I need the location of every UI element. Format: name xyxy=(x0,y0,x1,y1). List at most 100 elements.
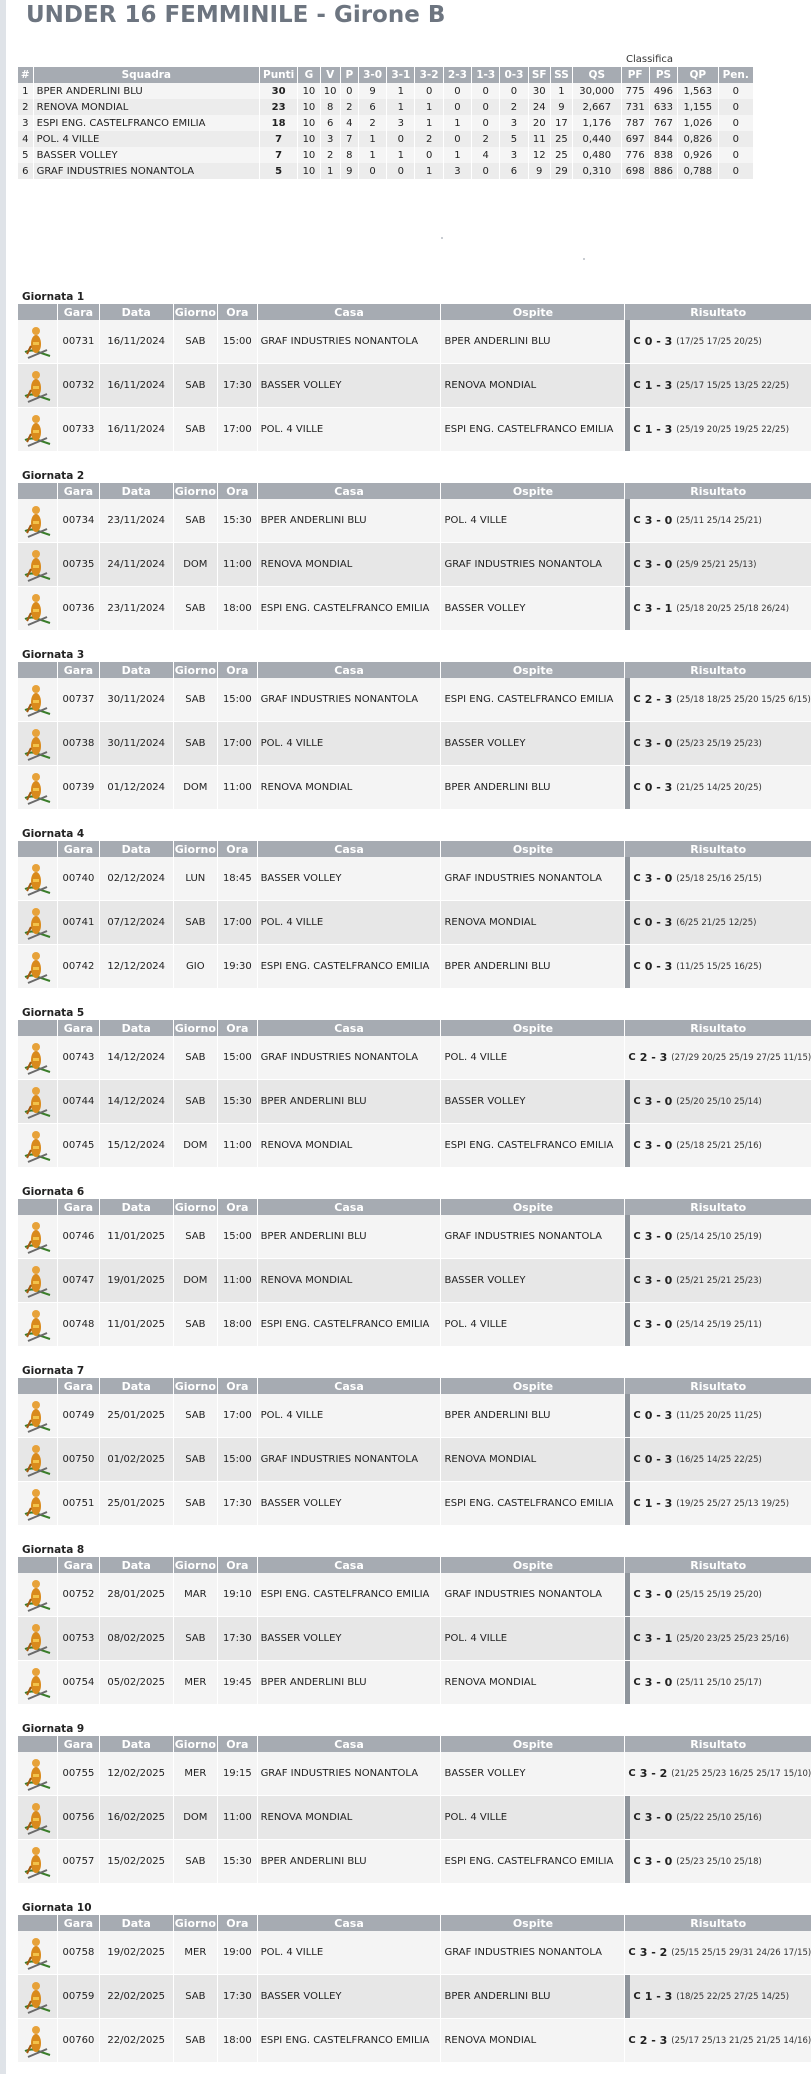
team-name[interactable]: BPER ANDERLINI BLU xyxy=(33,83,260,99)
team-name[interactable]: BASSER VOLLEY xyxy=(33,147,260,163)
standings-col-header[interactable]: 3-2 xyxy=(414,67,444,83)
games-col-header[interactable]: Ospite xyxy=(440,841,626,857)
games-col-header[interactable]: Data xyxy=(99,483,174,499)
games-col-header[interactable]: Ora xyxy=(217,483,258,499)
standings-col-header[interactable]: Squadra xyxy=(33,67,260,83)
referee-whistle-icon[interactable] xyxy=(22,859,52,899)
games-col-header[interactable]: Gara xyxy=(57,1915,100,1931)
games-col-header[interactable]: Ora xyxy=(217,1378,258,1394)
referee-whistle-icon[interactable] xyxy=(22,1798,52,1838)
standings-col-header[interactable]: SS xyxy=(550,67,574,83)
standings-col-header[interactable]: 1-3 xyxy=(471,67,501,83)
referee-whistle-icon[interactable] xyxy=(22,410,52,450)
games-col-header[interactable]: Data xyxy=(99,304,174,320)
games-col-header[interactable] xyxy=(18,1915,58,1931)
referee-whistle-icon[interactable] xyxy=(22,1396,52,1436)
games-col-header[interactable]: Gara xyxy=(57,1020,100,1036)
game-row[interactable]: 00756 16/02/2025 DOM 11:00 RENOVA MONDIAL POL… xyxy=(18,1795,812,1840)
referee-whistle-icon[interactable] xyxy=(22,903,52,943)
games-col-header[interactable]: Risultato xyxy=(624,1557,812,1573)
referee-whistle-icon[interactable] xyxy=(22,1305,52,1345)
referee-whistle-icon[interactable] xyxy=(22,724,52,764)
game-row[interactable]: 00750 01/02/2025 SAB 15:00 GRAF INDUSTRIES N… xyxy=(18,1437,812,1482)
game-row[interactable]: 00757 15/02/2025 SAB 15:30 BPER ANDERLINI BL… xyxy=(18,1839,812,1884)
games-col-header[interactable]: Gara xyxy=(57,483,100,499)
games-col-header[interactable]: Ospite xyxy=(440,1378,626,1394)
games-col-header[interactable]: Giorno xyxy=(173,1736,219,1752)
game-row[interactable]: 00745 15/12/2024 DOM 11:00 RENOVA MONDIAL ESP… xyxy=(18,1123,812,1168)
standings-col-header[interactable]: Pen. xyxy=(718,67,754,83)
games-col-header[interactable]: Ospite xyxy=(440,1020,626,1036)
games-col-header[interactable]: Casa xyxy=(257,662,442,678)
referee-whistle-icon[interactable] xyxy=(22,1575,52,1615)
team-name[interactable]: POL. 4 VILLE xyxy=(33,131,260,147)
referee-whistle-icon[interactable] xyxy=(22,1217,52,1257)
game-row[interactable]: 00758 19/02/2025 MER 19:00 POL. 4 VILLE GRAF … xyxy=(18,1931,812,1975)
standings-col-header[interactable]: SF xyxy=(528,67,551,83)
game-row[interactable]: 00753 08/02/2025 SAB 17:30 BASSER VOLLEY POL.… xyxy=(18,1616,812,1661)
standings-col-header[interactable]: QS xyxy=(572,67,622,83)
games-col-header[interactable] xyxy=(18,841,58,857)
referee-whistle-icon[interactable] xyxy=(22,322,52,362)
games-col-header[interactable]: Ora xyxy=(217,1557,258,1573)
games-col-header[interactable] xyxy=(18,1020,58,1036)
games-col-header[interactable]: Gara xyxy=(57,304,100,320)
games-col-header[interactable]: Data xyxy=(99,1378,174,1394)
referee-whistle-icon[interactable] xyxy=(22,1440,52,1480)
referee-whistle-icon[interactable] xyxy=(22,1842,52,1882)
standings-col-header[interactable]: 0-3 xyxy=(499,67,529,83)
games-col-header[interactable]: Giorno xyxy=(173,1557,219,1573)
games-col-header[interactable]: Ospite xyxy=(440,1557,626,1573)
games-col-header[interactable] xyxy=(18,1557,58,1573)
games-col-header[interactable]: Casa xyxy=(257,1736,442,1752)
games-col-header[interactable]: Gara xyxy=(57,1736,100,1752)
team-name[interactable]: GRAF INDUSTRIES NONANTOLA xyxy=(33,163,260,179)
games-col-header[interactable]: Risultato xyxy=(624,1378,812,1394)
games-col-header[interactable]: Gara xyxy=(57,1378,100,1394)
games-col-header[interactable]: Ora xyxy=(217,1020,258,1036)
team-name[interactable]: RENOVA MONDIAL xyxy=(33,99,260,115)
games-col-header[interactable]: Gara xyxy=(57,1557,100,1573)
games-col-header[interactable]: Ospite xyxy=(440,1199,626,1215)
games-col-header[interactable]: Giorno xyxy=(173,1199,219,1215)
games-col-header[interactable]: Data xyxy=(99,1199,174,1215)
standings-col-header[interactable]: 2-3 xyxy=(443,67,473,83)
games-col-header[interactable]: Gara xyxy=(57,1199,100,1215)
games-col-header[interactable]: Data xyxy=(99,1557,174,1573)
game-row[interactable]: 00751 25/01/2025 SAB 17:30 BASSER VOLLEY ESPI… xyxy=(18,1481,812,1526)
referee-whistle-icon[interactable] xyxy=(22,545,52,585)
team-name[interactable]: ESPI ENG. CASTELFRANCO EMILIA xyxy=(33,115,260,131)
game-row[interactable]: 00738 30/11/2024 SAB 17:00 POL. 4 VILLE BASSE… xyxy=(18,721,812,766)
games-col-header[interactable]: Giorno xyxy=(173,1378,219,1394)
games-col-header[interactable]: Ospite xyxy=(440,304,626,320)
game-row[interactable]: 00741 07/12/2024 SAB 17:00 POL. 4 VILLE RENOV… xyxy=(18,900,812,945)
game-row[interactable]: 00734 23/11/2024 SAB 15:30 BPER ANDERLINI BL… xyxy=(18,499,812,543)
games-col-header[interactable]: Risultato xyxy=(624,841,812,857)
games-col-header[interactable]: Risultato xyxy=(624,304,812,320)
referee-whistle-icon[interactable] xyxy=(22,1933,52,1973)
game-row[interactable]: 00732 16/11/2024 SAB 17:30 BASSER VOLLEY RENO… xyxy=(18,363,812,408)
games-col-header[interactable]: Ora xyxy=(217,304,258,320)
games-col-header[interactable]: Data xyxy=(99,841,174,857)
referee-whistle-icon[interactable] xyxy=(22,1038,52,1078)
games-col-header[interactable]: Data xyxy=(99,662,174,678)
games-col-header[interactable]: Casa xyxy=(257,1199,442,1215)
games-col-header[interactable]: Risultato xyxy=(624,1020,812,1036)
referee-whistle-icon[interactable] xyxy=(22,1619,52,1659)
referee-whistle-icon[interactable] xyxy=(22,1261,52,1301)
games-col-header[interactable]: Giorno xyxy=(173,1915,219,1931)
games-col-header[interactable]: Giorno xyxy=(173,483,219,499)
standings-col-header[interactable]: PS xyxy=(649,67,679,83)
standings-col-header[interactable]: 3-0 xyxy=(358,67,388,83)
games-col-header[interactable]: Data xyxy=(99,1020,174,1036)
games-col-header[interactable] xyxy=(18,662,58,678)
game-row[interactable]: 00731 16/11/2024 SAB 15:00 GRAF INDUSTRIES N… xyxy=(18,320,812,364)
games-col-header[interactable]: Risultato xyxy=(624,662,812,678)
standings-col-header[interactable]: PF xyxy=(621,67,650,83)
games-col-header[interactable] xyxy=(18,483,58,499)
games-col-header[interactable]: Data xyxy=(99,1736,174,1752)
standings-col-header[interactable]: 3-1 xyxy=(386,67,416,83)
games-col-header[interactable]: Data xyxy=(99,1915,174,1931)
game-row[interactable]: 00740 02/12/2024 LUN 18:45 BASSER VOLLEY GRAF… xyxy=(18,857,812,901)
games-col-header[interactable]: Casa xyxy=(257,1915,442,1931)
